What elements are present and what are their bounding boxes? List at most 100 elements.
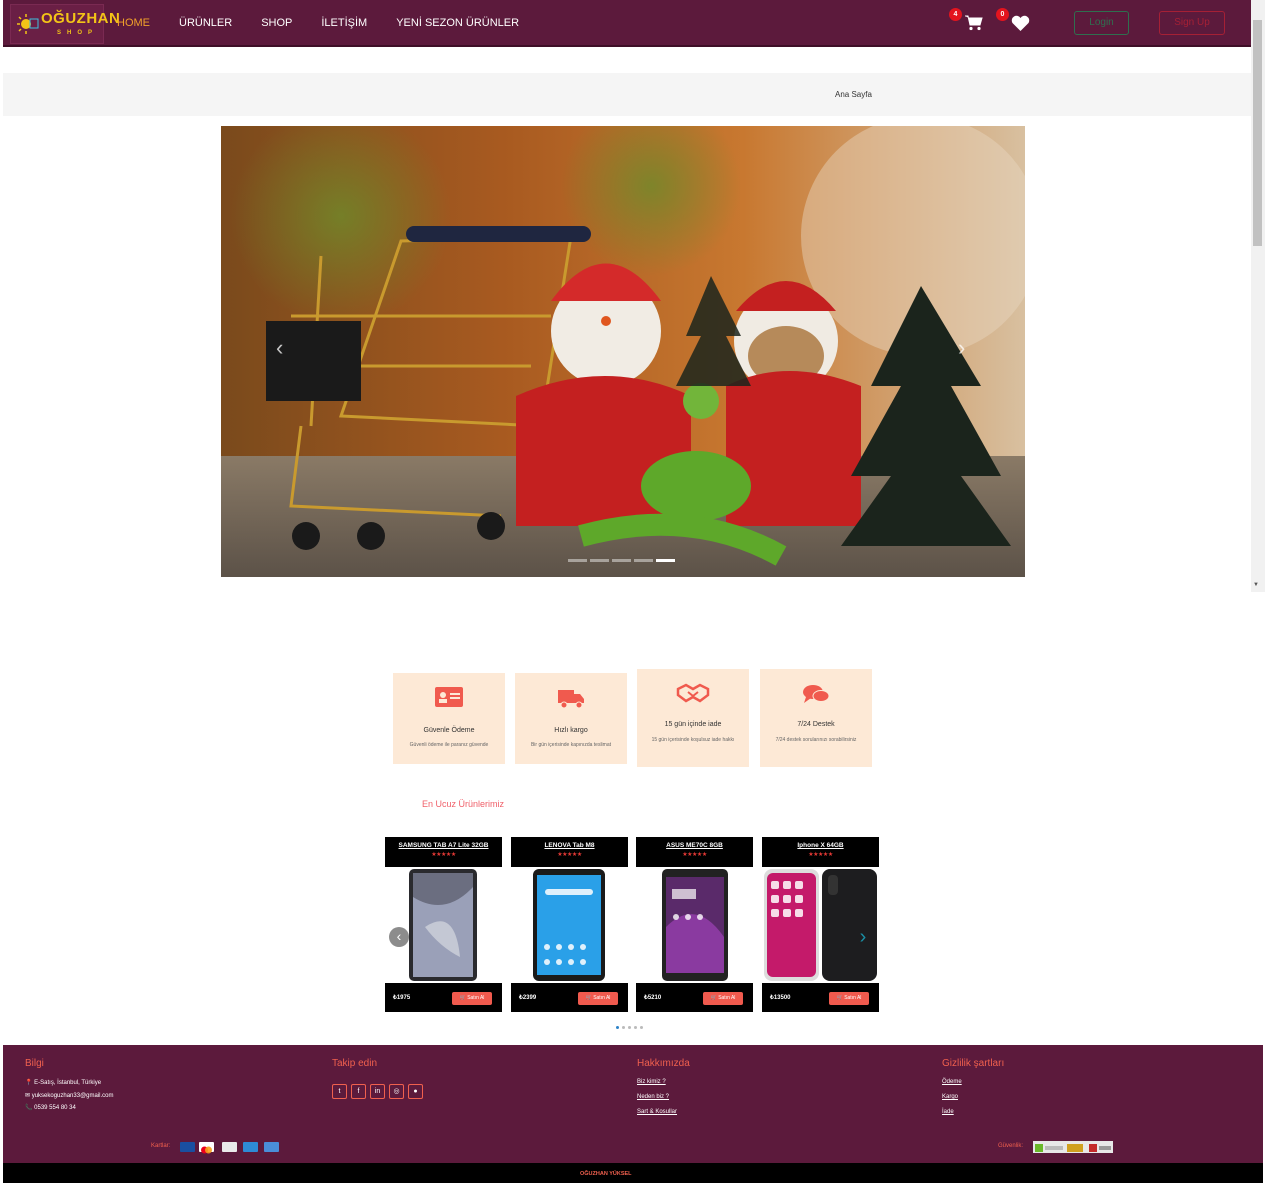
card-icon — [264, 1142, 279, 1152]
signup-button[interactable]: Sign Up — [1159, 11, 1225, 35]
top-navbar: OĞUZHAN SHOP HOME ÜRÜNLER SHOP İLETİŞİM … — [3, 0, 1251, 47]
product-name[interactable]: Iphone X 64GB — [762, 842, 879, 849]
copyright-text: OĞUZHAN YÜKSEL — [580, 1171, 632, 1177]
chat-icon — [803, 685, 830, 703]
hero-indicators — [568, 559, 675, 562]
footer-phone[interactable]: 📞 0539 554 80 34 — [25, 1104, 76, 1111]
product-rating: ★★★★★ — [682, 852, 707, 858]
carousel-dot[interactable] — [628, 1026, 631, 1029]
footer-address: 📍 E-Satış, İstanbul, Türkiye — [25, 1080, 102, 1086]
cards-label: Kartlar: — [151, 1143, 171, 1149]
feature-desc: Bir gün içerisinde kapınızda teslimat — [530, 742, 612, 748]
feature-return: 15 gün içinde iade 15 gün içerisinde koş… — [637, 669, 749, 767]
cart-icon — [965, 15, 983, 31]
product-name[interactable]: LENOVA Tab M8 — [511, 842, 628, 849]
footer-link-return[interactable]: İade — [942, 1109, 954, 1115]
login-button[interactable]: Login — [1074, 11, 1129, 35]
scrollbar-thumb[interactable] — [1253, 20, 1262, 246]
nav-shop[interactable]: SHOP — [261, 17, 292, 29]
sun-cart-icon — [17, 14, 39, 34]
android-icon[interactable]: ● — [408, 1084, 423, 1099]
product-price: ₺13500 — [770, 995, 791, 1001]
instagram-icon[interactable]: ◎ — [389, 1084, 404, 1099]
product-card[interactable]: SAMSUNG TAB A7 Lite 32GB ★★★★★ ₺1975 🛒 S… — [385, 837, 502, 1012]
carousel-dot[interactable] — [640, 1026, 643, 1029]
feature-secure-payment: Güvenle Ödeme Güvenli ödeme ile paranız … — [393, 673, 505, 764]
product-image[interactable] — [636, 867, 753, 983]
hero-dot[interactable] — [634, 559, 653, 562]
hero-dot[interactable] — [568, 559, 587, 562]
carousel-dot-active[interactable] — [616, 1026, 619, 1029]
feature-desc: 7/24 destek sorularınızı sorabilirsiniz — [775, 737, 857, 743]
footer-about-title: Hakkımızda — [637, 1058, 690, 1069]
product-image[interactable] — [385, 867, 502, 983]
buy-button[interactable]: 🛒 Satın Al — [452, 992, 492, 1005]
hero-image — [221, 126, 1025, 577]
footer-follow-title: Takip edin — [332, 1058, 378, 1069]
facebook-icon[interactable]: f — [351, 1084, 366, 1099]
nav-new-season[interactable]: YENİ SEZON ÜRÜNLER — [396, 17, 519, 29]
footer-link-terms[interactable]: Sart & Kosullar — [637, 1109, 677, 1115]
carousel-dot[interactable] — [634, 1026, 637, 1029]
carousel-dot[interactable] — [622, 1026, 625, 1029]
nav-home[interactable]: HOME — [117, 17, 150, 29]
breadcrumb-current[interactable]: Ana Sayfa — [835, 90, 872, 99]
hero-dot[interactable] — [590, 559, 609, 562]
feature-support: 7/24 Destek 7/24 destek sorularınızı sor… — [760, 669, 872, 767]
product-image[interactable] — [511, 867, 628, 983]
product-price: ₺1975 — [393, 995, 411, 1001]
hero-dot[interactable] — [612, 559, 631, 562]
feature-fast-shipping: Hızlı kargo Bir gün içerisinde kapınızda… — [515, 673, 627, 764]
carousel-prev-icon[interactable]: ‹ — [389, 927, 409, 947]
product-rating: ★★★★★ — [808, 852, 833, 858]
site-logo[interactable]: OĞUZHAN SHOP — [10, 4, 120, 44]
product-name[interactable]: ASUS ME70C 8GB — [636, 842, 753, 849]
product-rating: ★★★★★ — [431, 852, 456, 858]
buy-button[interactable]: 🛒 Satın Al — [829, 992, 869, 1005]
hero-dot-active[interactable] — [656, 559, 675, 562]
buy-button[interactable]: 🛒 Satın Al — [703, 992, 743, 1005]
product-price: ₺5210 — [644, 995, 662, 1001]
wishlist-button[interactable] — [1011, 15, 1031, 33]
product-image[interactable] — [762, 867, 879, 983]
carousel-next-icon[interactable]: › — [852, 927, 874, 949]
feature-title: 15 gün içinde iade — [664, 721, 722, 728]
security-badges-icon — [1033, 1141, 1113, 1153]
paypal-icon — [222, 1142, 237, 1152]
product-card[interactable]: LENOVA Tab M8 ★★★★★ ₺2399 🛒 Satın Al — [511, 837, 628, 1012]
main-nav: HOME ÜRÜNLER SHOP İLETİŞİM YENİ SEZON ÜR… — [117, 17, 548, 29]
product-name[interactable]: SAMSUNG TAB A7 Lite 32GB — [385, 842, 502, 849]
feature-desc: Güvenli ödeme ile paranız güvende — [409, 742, 489, 748]
footer-link-shipping[interactable]: Kargo — [942, 1094, 958, 1100]
id-card-icon — [435, 687, 463, 707]
product-card[interactable]: ASUS ME70C 8GB ★★★★★ ₺5210 🛒 Satın Al — [636, 837, 753, 1012]
footer-privacy-title: Gizlilik şartları — [942, 1058, 1005, 1069]
product-rating: ★★★★★ — [557, 852, 582, 858]
hero-next-icon[interactable]: › — [958, 335, 965, 361]
wishlist-count-badge: 0 — [996, 8, 1009, 21]
heart-icon — [1011, 15, 1030, 31]
buy-button[interactable]: 🛒 Satın Al — [578, 992, 618, 1005]
hero-prev-icon[interactable]: ‹ — [276, 335, 283, 361]
breadcrumb: Ana Sayfa — [3, 73, 1251, 116]
scroll-down-arrow-icon[interactable]: ▼ — [1253, 582, 1259, 588]
products-section-title: En Ucuz Ürünlerimiz — [422, 799, 505, 809]
linkedin-icon[interactable]: in — [370, 1084, 385, 1099]
footer-email[interactable]: ✉ yuksekoguzhan33@gmail.com — [25, 1092, 114, 1099]
product-card[interactable]: Iphone X 64GB ★★★★★ ₺13500 🛒 Satın Al — [762, 837, 879, 1012]
footer-link-payment[interactable]: Ödeme — [942, 1079, 962, 1085]
nav-contact[interactable]: İLETİŞİM — [321, 17, 367, 29]
security-label: Güvenlik: — [998, 1143, 1024, 1149]
footer-link-why[interactable]: Neden biz ? — [637, 1094, 669, 1100]
twitter-icon[interactable]: t — [332, 1084, 347, 1099]
footer-info-title: Bilgi — [25, 1058, 44, 1069]
logo-subtext: SHOP — [57, 30, 99, 36]
feature-title: 7/24 Destek — [797, 721, 835, 728]
logo-text: OĞUZHAN — [41, 10, 121, 27]
footer-link-who[interactable]: Biz kimiz ? — [637, 1079, 666, 1085]
hero-slider[interactable] — [221, 126, 1025, 577]
cart-button[interactable] — [965, 15, 985, 33]
visa-icon — [180, 1142, 195, 1152]
nav-products[interactable]: ÜRÜNLER — [179, 17, 232, 29]
amex-icon — [243, 1142, 258, 1152]
